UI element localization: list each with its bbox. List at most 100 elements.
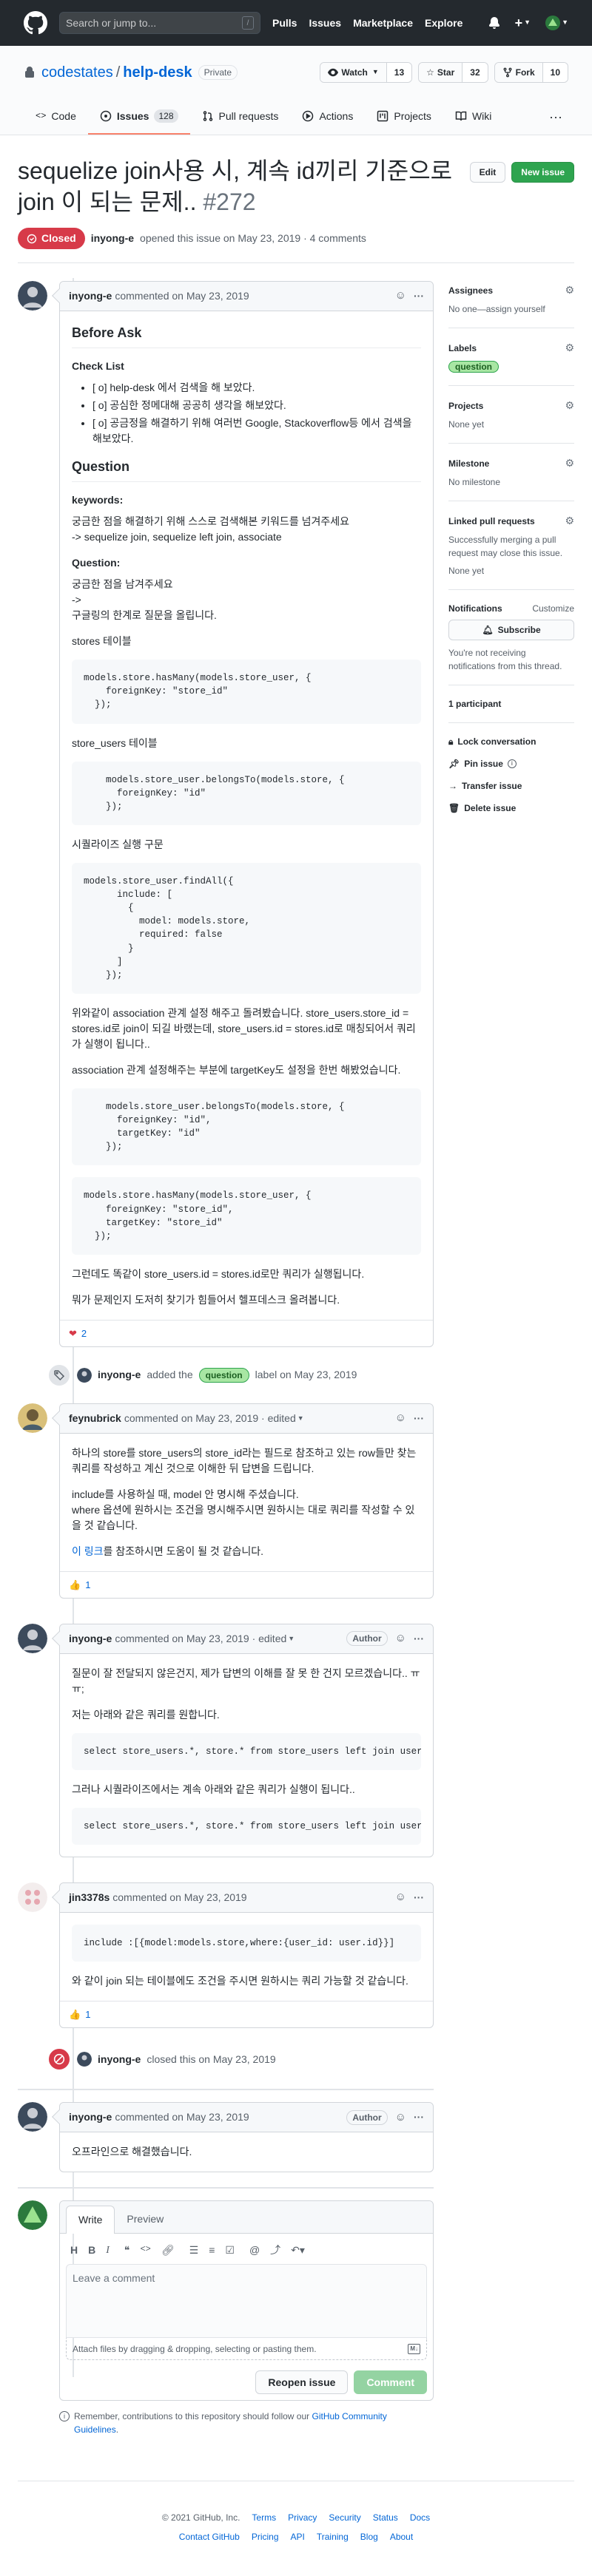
comment-submit-button[interactable]: Comment	[354, 2370, 427, 2395]
comment-timestamp[interactable]: commented on May 23, 2019 · edited	[115, 1631, 286, 1647]
comment-author-link[interactable]: inyong-e	[69, 2109, 112, 2125]
avatar[interactable]	[18, 1623, 47, 1653]
nav-marketplace[interactable]: Marketplace	[353, 16, 413, 31]
comment-author-link[interactable]: jin3378s	[69, 1890, 110, 1905]
file-attach-area[interactable]: Attach files by dragging & dropping, sel…	[66, 2338, 427, 2361]
gear-icon[interactable]: ⚙	[565, 455, 574, 471]
label-badge[interactable]: question	[198, 1367, 249, 1383]
star-count[interactable]: 32	[462, 63, 488, 82]
tab-pull-requests[interactable]: Pull requests	[190, 99, 291, 135]
footer-link-training[interactable]: Training	[317, 2530, 349, 2543]
event-actor-link[interactable]: inyong-e	[98, 1367, 141, 1383]
thumbs-up-reaction-button[interactable]: 👍 1	[69, 2007, 90, 2022]
comment-timestamp[interactable]: commented on May 23, 2019	[112, 1890, 246, 1905]
avatar[interactable]	[18, 2200, 47, 2231]
ordered-list-icon[interactable]: ≡	[209, 2243, 215, 2258]
thumbs-up-reaction-button[interactable]: 👍 1	[69, 1578, 90, 1593]
chevron-down-icon[interactable]: ▼	[297, 1414, 304, 1424]
footer-link-docs[interactable]: Docs	[410, 2511, 430, 2524]
comment-author-link[interactable]: inyong-e	[69, 1631, 112, 1647]
link-icon[interactable]: 🔗︎	[161, 2243, 175, 2258]
kebab-menu-icon[interactable]: ···	[414, 2109, 424, 2125]
tab-wiki[interactable]: Wiki	[443, 99, 503, 135]
task-list-icon[interactable]: ☑	[225, 2243, 235, 2258]
gear-icon[interactable]: ⚙	[565, 398, 574, 413]
user-menu[interactable]: ▼	[545, 16, 568, 30]
cross-reference-icon[interactable]: ⤴	[270, 2243, 280, 2258]
nav-issues[interactable]: Issues	[309, 16, 341, 31]
nav-explore[interactable]: Explore	[425, 16, 462, 31]
quote-icon[interactable]: ❝	[124, 2243, 130, 2258]
tab-projects[interactable]: Projects	[365, 99, 443, 135]
comment-timestamp[interactable]: commented on May 23, 2019	[115, 2109, 249, 2125]
footer-link-pricing[interactable]: Pricing	[252, 2530, 279, 2543]
nav-pulls[interactable]: Pulls	[272, 16, 297, 31]
smiley-icon[interactable]: ☺	[395, 1410, 406, 1427]
avatar[interactable]	[18, 2102, 47, 2132]
tab-write[interactable]: Write	[66, 2206, 115, 2234]
github-logo-icon[interactable]	[24, 11, 47, 35]
smiley-icon[interactable]: ☺	[395, 288, 406, 305]
footer-link-contact[interactable]: Contact GitHub	[179, 2530, 240, 2543]
issue-author-link[interactable]: inyong-e	[91, 231, 134, 246]
comment-timestamp[interactable]: commented on May 23, 2019 · edited	[124, 1411, 296, 1426]
customize-link[interactable]: Customize	[532, 602, 574, 615]
repo-owner-link[interactable]: codestates	[41, 61, 113, 84]
gear-icon[interactable]: ⚙	[565, 340, 574, 356]
chevron-down-icon[interactable]: ▼	[288, 1634, 295, 1644]
smiley-icon[interactable]: ☺	[395, 2109, 406, 2126]
tab-issues[interactable]: Issues 128	[87, 99, 190, 135]
reopen-issue-button[interactable]: Reopen issue	[255, 2370, 349, 2395]
comment-textarea[interactable]: Leave a comment	[66, 2264, 427, 2339]
more-tabs-button[interactable]: ···	[543, 99, 568, 135]
footer-link-terms[interactable]: Terms	[252, 2511, 276, 2524]
avatar[interactable]	[18, 1403, 47, 1433]
watch-count[interactable]: 13	[386, 63, 412, 82]
kebab-menu-icon[interactable]: ···	[414, 1631, 424, 1647]
avatar[interactable]	[77, 2052, 92, 2067]
edit-title-button[interactable]: Edit	[469, 162, 506, 183]
kebab-menu-icon[interactable]: ···	[414, 288, 424, 304]
footer-link-blog[interactable]: Blog	[360, 2530, 378, 2543]
gear-icon[interactable]: ⚙	[565, 513, 574, 529]
code-icon[interactable]: <>	[140, 2243, 150, 2258]
tab-code[interactable]: <> Code	[24, 99, 88, 135]
lock-conversation-button[interactable]: 🔒︎ Lock conversation	[448, 735, 574, 748]
reference-link[interactable]: 이 링크	[72, 1545, 104, 1557]
unordered-list-icon[interactable]: ☰	[189, 2243, 199, 2258]
comment-author-link[interactable]: inyong-e	[69, 288, 112, 304]
italic-icon[interactable]: I	[106, 2243, 110, 2258]
tab-actions[interactable]: Actions	[290, 99, 365, 135]
kebab-menu-icon[interactable]: ···	[414, 1411, 424, 1426]
fork-button[interactable]: Fork 10	[494, 62, 568, 83]
tab-preview[interactable]: Preview	[115, 2206, 175, 2233]
bold-icon[interactable]: B	[88, 2243, 95, 2258]
footer-link-privacy[interactable]: Privacy	[288, 2511, 317, 2524]
event-actor-link[interactable]: inyong-e	[98, 2052, 141, 2067]
markdown-icon[interactable]: M↓	[408, 2343, 420, 2354]
assign-yourself-link[interactable]: No one—assign yourself	[448, 302, 574, 316]
kebab-menu-icon[interactable]: ···	[414, 1890, 424, 1905]
footer-link-api[interactable]: API	[291, 2530, 305, 2543]
avatar[interactable]	[18, 281, 47, 311]
create-new-menu[interactable]: + ▼	[515, 13, 531, 33]
pin-issue-button[interactable]: 📌︎ Pin issue i	[448, 757, 574, 770]
footer-link-about[interactable]: About	[390, 2530, 413, 2543]
label-badge[interactable]: question	[448, 361, 499, 373]
heading-icon[interactable]: H	[70, 2243, 78, 2258]
star-button[interactable]: ☆ Star 32	[418, 62, 488, 83]
footer-link-security[interactable]: Security	[329, 2511, 360, 2524]
delete-issue-button[interactable]: 🗑︎ Delete issue	[448, 801, 574, 815]
mention-icon[interactable]: @	[249, 2243, 260, 2258]
repo-name-link[interactable]: help-desk	[123, 61, 192, 84]
fork-count[interactable]: 10	[542, 63, 568, 82]
gear-icon[interactable]: ⚙	[565, 282, 574, 298]
search-input[interactable]: Search or jump to... /	[59, 12, 260, 34]
bell-icon[interactable]	[488, 17, 500, 29]
saved-replies-icon[interactable]: ↶▾	[291, 2243, 305, 2258]
new-issue-button[interactable]: New issue	[511, 162, 574, 183]
avatar[interactable]	[18, 1882, 47, 1913]
subscribe-button[interactable]: 🔔︎ Subscribe	[448, 620, 574, 641]
watch-button[interactable]: Watch ▼ 13	[320, 62, 413, 83]
heart-reaction-button[interactable]: ❤ 2	[69, 1326, 87, 1341]
